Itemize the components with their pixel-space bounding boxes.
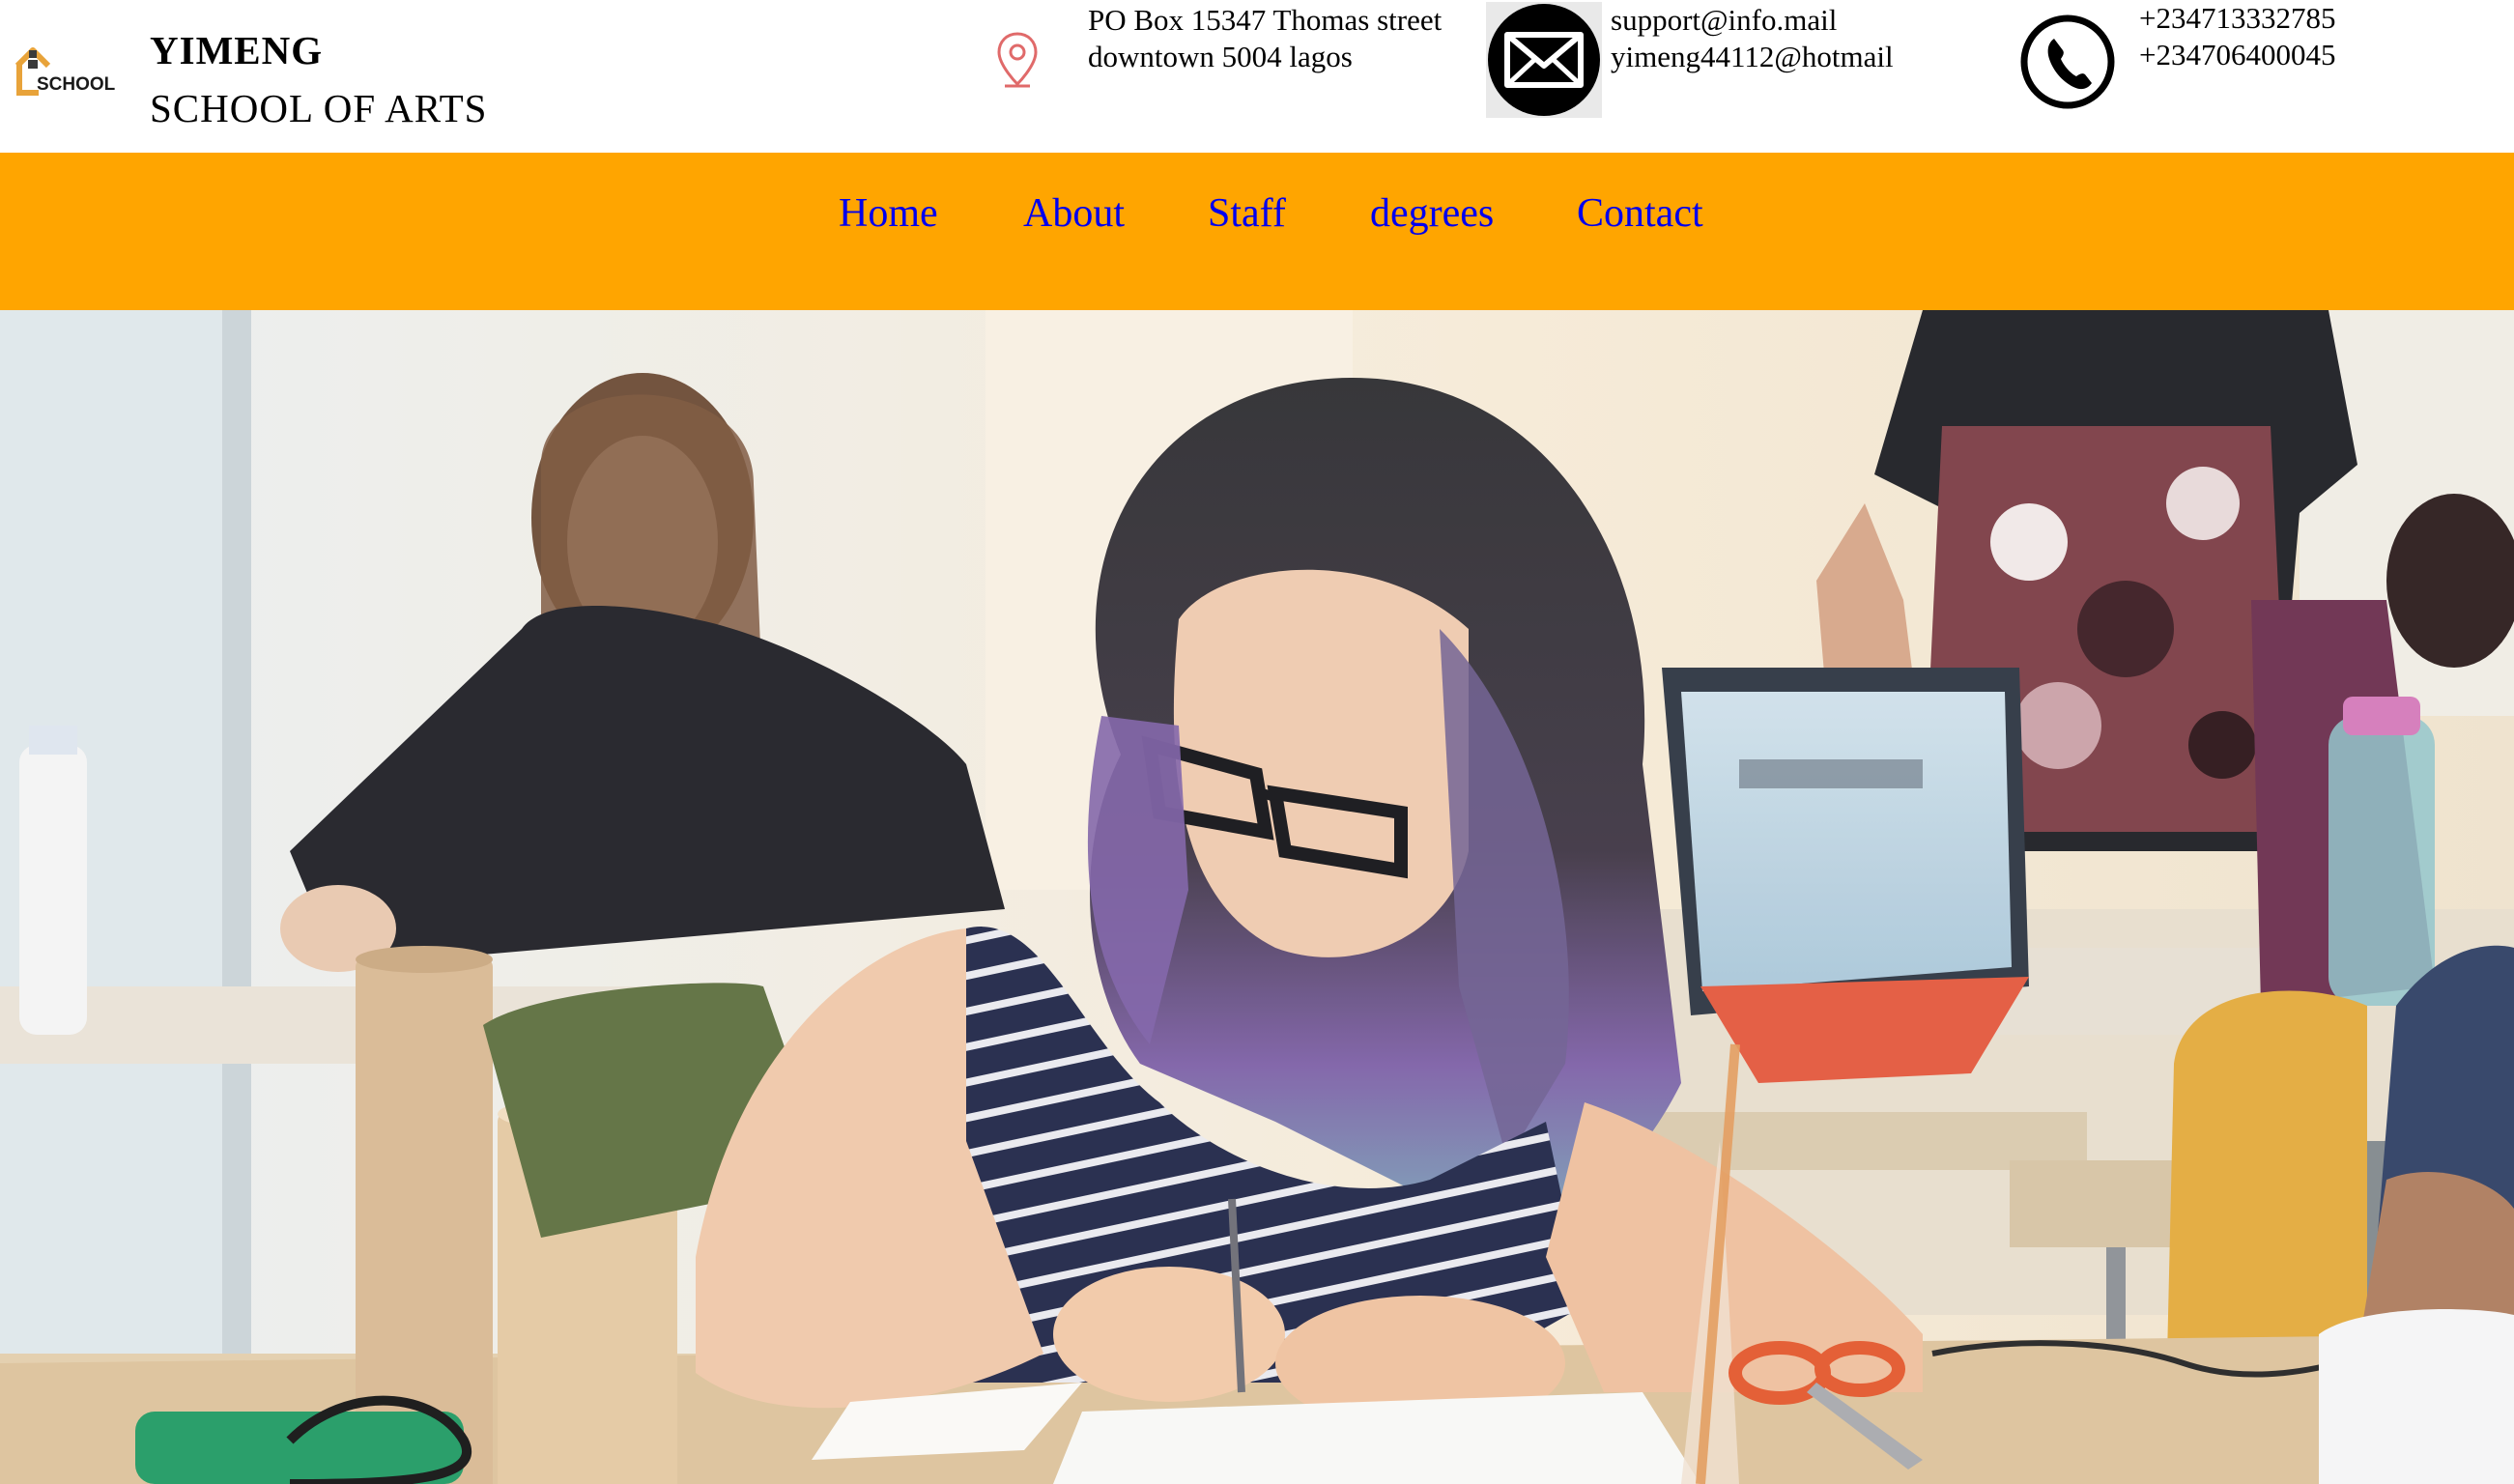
email-block: support@info.mail yimeng44112@hotmail xyxy=(1611,2,1894,75)
nav-home[interactable]: Home xyxy=(839,189,938,238)
email-line-1[interactable]: support@info.mail xyxy=(1611,2,1894,39)
site-header: SCHOOL YIMENG SCHOOL OF ARTS PO Box 1534… xyxy=(0,0,2514,153)
email-line-2[interactable]: yimeng44112@hotmail xyxy=(1611,39,1894,75)
phone-block: +234713332785 +234706400045 xyxy=(2139,0,2335,73)
phone-line-1[interactable]: +234713332785 xyxy=(2139,0,2335,37)
location-pin-icon xyxy=(997,32,1038,88)
school-logo[interactable]: SCHOOL xyxy=(0,0,140,148)
envelope-icon xyxy=(1486,2,1602,118)
brand-subtitle: SCHOOL OF ARTS xyxy=(150,86,488,130)
nav-staff[interactable]: Staff xyxy=(1208,189,1286,238)
phone-line-2[interactable]: +234706400045 xyxy=(2139,37,2335,73)
brand-name: YIMENG xyxy=(150,28,324,72)
hero-photo-illustration xyxy=(0,310,2514,1484)
address-line-2: downtown 5004 lagos xyxy=(1088,40,1353,73)
house-icon: SCHOOL xyxy=(14,47,116,96)
logo-text: SCHOOL xyxy=(37,74,116,95)
phone-icon xyxy=(2020,14,2115,109)
address-block: PO Box 15347 Thomas street downtown 5004… xyxy=(1088,2,1442,75)
hero-image xyxy=(0,310,2514,1484)
main-nav: Home About Staff degrees Contact xyxy=(0,153,2514,310)
address-line-1: PO Box 15347 Thomas street xyxy=(1088,3,1443,37)
nav-contact[interactable]: Contact xyxy=(1577,189,1703,238)
nav-degrees[interactable]: degrees xyxy=(1370,189,1494,238)
nav-about[interactable]: About xyxy=(1023,189,1125,238)
